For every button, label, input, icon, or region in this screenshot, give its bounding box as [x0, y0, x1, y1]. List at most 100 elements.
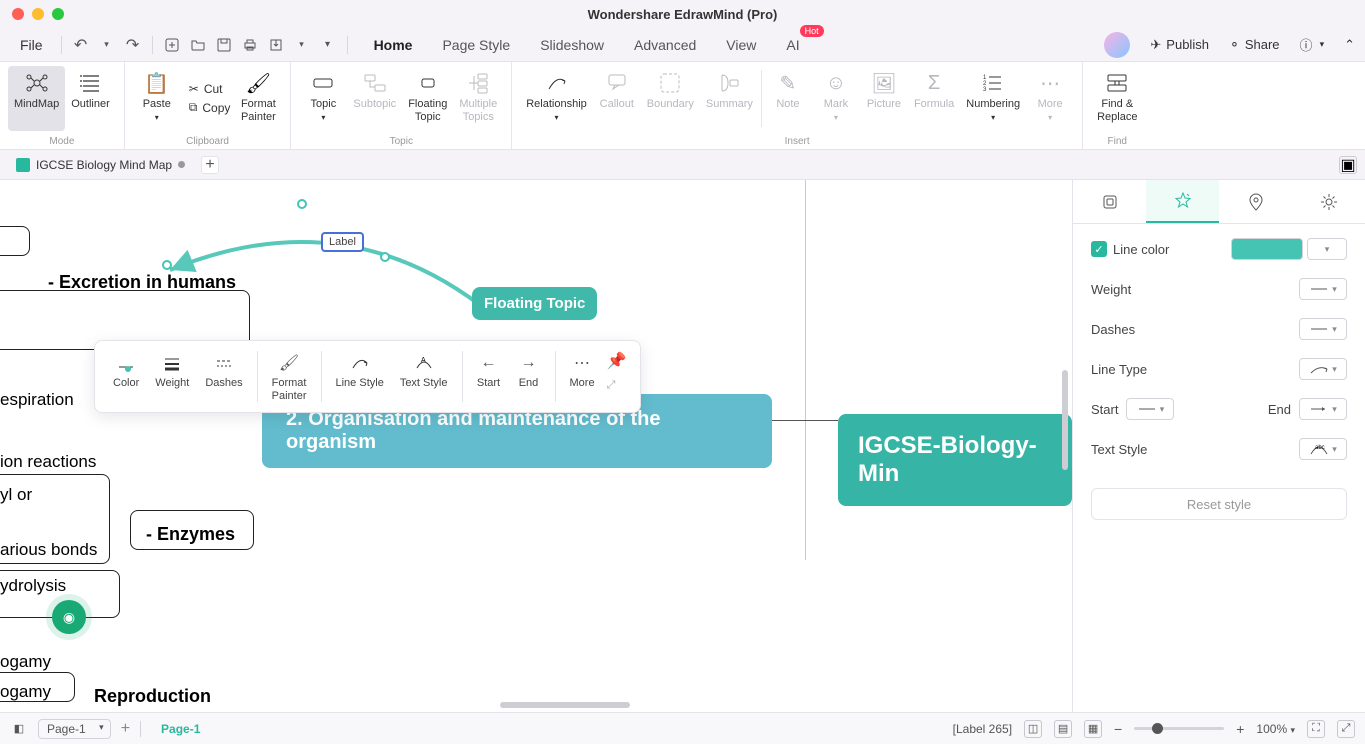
start-arrow-dropdown[interactable]: ▾	[1126, 398, 1174, 420]
panel-toggle-button[interactable]: ▣	[1339, 156, 1357, 174]
publish-button[interactable]: ✈ Publish	[1150, 37, 1209, 53]
tab-ai[interactable]: AI	[784, 33, 801, 57]
ft-line-style-button[interactable]: Line Style	[330, 349, 390, 392]
line-color-dropdown[interactable]: ▾	[1307, 238, 1347, 260]
view-mode-1[interactable]: ◫	[1024, 720, 1042, 738]
copy-button[interactable]: ⧉Copy	[185, 99, 235, 116]
reproduction-node[interactable]: Reproduction	[94, 686, 211, 707]
format-painter-button[interactable]: 🖌 Format Painter	[234, 66, 282, 131]
line-type-dropdown[interactable]: ▾	[1299, 358, 1347, 380]
redo-button[interactable]: ↷	[122, 34, 144, 56]
add-page-button[interactable]: +	[121, 720, 130, 738]
paste-button[interactable]: 📋 Paste▾	[133, 66, 181, 131]
ai-assistant-bubble[interactable]: ◉	[52, 600, 86, 634]
end-arrow-dropdown[interactable]: ▾	[1299, 398, 1347, 420]
doc-tab-1[interactable]: IGCSE Biology Mind Map	[8, 155, 193, 175]
relationship-button[interactable]: Relationship▾	[520, 66, 593, 131]
tab-home[interactable]: Home	[372, 33, 415, 57]
close-window-button[interactable]	[12, 8, 24, 20]
relationship-label[interactable]: Label	[321, 232, 364, 252]
root-node[interactable]: IGCSE-Biology-Min	[838, 414, 1072, 506]
export-icon[interactable]	[265, 34, 287, 56]
ft-weight-button[interactable]: Weight	[149, 349, 195, 392]
tab-page-style[interactable]: Page Style	[440, 33, 512, 57]
floating-topic-button[interactable]: Floating Topic	[402, 66, 453, 131]
find-replace-button[interactable]: Find & Replace	[1091, 66, 1143, 131]
rp-tab-location[interactable]	[1219, 180, 1292, 223]
file-menu[interactable]: File	[10, 33, 53, 57]
weight-dropdown[interactable]: ▾	[1299, 278, 1347, 300]
boundary-button[interactable]: Boundary	[641, 66, 700, 131]
view-mode-2[interactable]: ▤	[1054, 720, 1072, 738]
zoom-out-button[interactable]: −	[1114, 721, 1122, 737]
zoom-slider[interactable]	[1134, 727, 1224, 730]
ft-end-button[interactable]: →End	[511, 349, 547, 392]
callout-button[interactable]: Callout	[593, 66, 641, 131]
line-color-checkbox[interactable]: ✓	[1091, 241, 1107, 257]
expand-toolbar-button[interactable]: ⤢	[607, 379, 627, 392]
ft-start-button[interactable]: ←Start	[471, 349, 507, 392]
more-quickaccess-icon[interactable]: ▾	[317, 34, 339, 56]
handle-start[interactable]	[297, 199, 307, 209]
new-file-icon[interactable]	[161, 34, 183, 56]
print-icon[interactable]	[239, 34, 261, 56]
ft-text-style-button[interactable]: AText Style	[394, 349, 454, 392]
dashes-dropdown[interactable]: ▾	[1299, 318, 1347, 340]
user-avatar[interactable]	[1104, 32, 1130, 58]
share-button[interactable]: ⚬ Share	[1229, 37, 1280, 53]
topic-button[interactable]: Topic▾	[299, 66, 347, 131]
cut-button[interactable]: ✂Cut	[185, 81, 235, 97]
tab-view[interactable]: View	[724, 33, 758, 57]
respiration-node[interactable]: espiration	[0, 390, 74, 410]
formula-button[interactable]: Σ Formula	[908, 66, 960, 131]
tab-advanced[interactable]: Advanced	[632, 33, 698, 57]
multiple-topics-button[interactable]: Multiple Topics	[453, 66, 503, 131]
undo-button[interactable]: ↶	[70, 34, 92, 56]
canvas-hscroll[interactable]	[500, 702, 630, 708]
fullscreen-button[interactable]: ⤢	[1337, 720, 1355, 738]
mark-button[interactable]: ☺ Mark▾	[812, 66, 860, 131]
canvas-vscroll[interactable]	[1062, 370, 1068, 470]
panel-left-toggle[interactable]: ◧	[10, 720, 28, 738]
more-insert-button[interactable]: ⋯ More▾	[1026, 66, 1074, 131]
ft-color-button[interactable]: Color	[107, 349, 145, 392]
page-selector[interactable]: Page-1▾	[38, 719, 111, 739]
save-icon[interactable]	[213, 34, 235, 56]
fit-screen-button[interactable]: ⛶	[1307, 720, 1325, 738]
picture-button[interactable]: 🖼 Picture	[860, 66, 908, 131]
ft-more-button[interactable]: ⋯More	[564, 349, 601, 392]
help-button[interactable]: ⓘ▾	[1300, 35, 1325, 54]
maximize-window-button[interactable]	[52, 8, 64, 20]
text-style-dropdown[interactable]: abc▾	[1299, 438, 1347, 460]
pin-toolbar-button[interactable]: 📌	[607, 351, 627, 371]
rp-tab-layout[interactable]	[1073, 180, 1146, 223]
handle-mid[interactable]	[380, 252, 390, 262]
tab-slideshow[interactable]: Slideshow	[538, 33, 606, 57]
export-dropdown-icon[interactable]: ▾	[291, 34, 313, 56]
handle-end[interactable]	[162, 260, 172, 270]
rp-tab-style[interactable]	[1146, 180, 1219, 223]
line-color-swatch[interactable]	[1231, 238, 1303, 260]
undo-dropdown-icon[interactable]: ▾	[96, 34, 118, 56]
ion-reactions-node[interactable]: ion reactions	[0, 452, 96, 472]
reset-style-button[interactable]: Reset style	[1091, 488, 1347, 520]
rp-tab-settings[interactable]	[1292, 180, 1365, 223]
ft-dashes-button[interactable]: Dashes	[199, 349, 248, 392]
ft-format-painter-button[interactable]: 🖌Format Painter	[266, 349, 313, 404]
zoom-in-button[interactable]: +	[1236, 721, 1244, 737]
numbering-button[interactable]: 123 Numbering▾	[960, 66, 1026, 131]
subtopic-button[interactable]: Subtopic	[347, 66, 402, 131]
summary-button[interactable]: Summary	[700, 66, 759, 131]
view-mode-3[interactable]: ▦	[1084, 720, 1102, 738]
collapse-ribbon-button[interactable]: ⌃	[1344, 37, 1355, 53]
page-tab-active[interactable]: Page-1	[151, 722, 210, 736]
mindmap-mode-button[interactable]: MindMap	[8, 66, 65, 131]
open-file-icon[interactable]	[187, 34, 209, 56]
ogamy-node-1[interactable]: ogamy	[0, 652, 51, 672]
canvas[interactable]: Label Floating Topic - Excretion in huma…	[0, 180, 1072, 712]
outliner-mode-button[interactable]: Outliner	[65, 66, 116, 131]
zoom-level[interactable]: 100% ▾	[1256, 722, 1295, 736]
add-tab-button[interactable]: +	[201, 156, 219, 174]
minimize-window-button[interactable]	[32, 8, 44, 20]
note-button[interactable]: ✎ Note	[764, 66, 812, 131]
